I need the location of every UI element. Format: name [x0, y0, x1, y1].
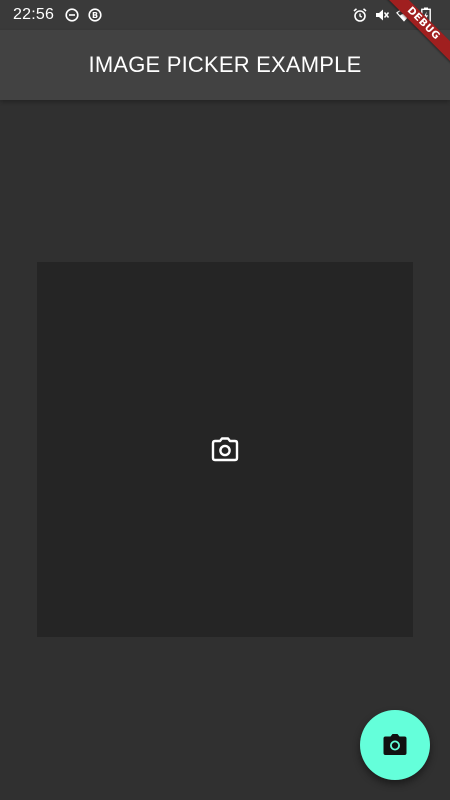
camera-outline-icon [211, 436, 239, 464]
camera-icon [382, 733, 408, 757]
do-not-disturb-icon [64, 7, 80, 23]
battery-charging-icon [418, 7, 434, 23]
mute-icon [374, 7, 390, 23]
status-time: 22:56 [13, 6, 55, 23]
page-title: IMAGE PICKER EXAMPLE [88, 52, 362, 77]
status-bar-right [352, 7, 434, 23]
b-circle-icon: B [87, 7, 103, 23]
status-bar: 22:56 B [0, 0, 450, 30]
image-preview-area[interactable] [37, 262, 413, 637]
app-bar: IMAGE PICKER EXAMPLE [0, 30, 450, 100]
alarm-icon [352, 7, 368, 23]
wifi-icon [396, 7, 412, 23]
camera-fab-button[interactable] [360, 710, 430, 780]
svg-text:B: B [92, 11, 98, 20]
status-bar-left: 22:56 B [13, 6, 103, 24]
